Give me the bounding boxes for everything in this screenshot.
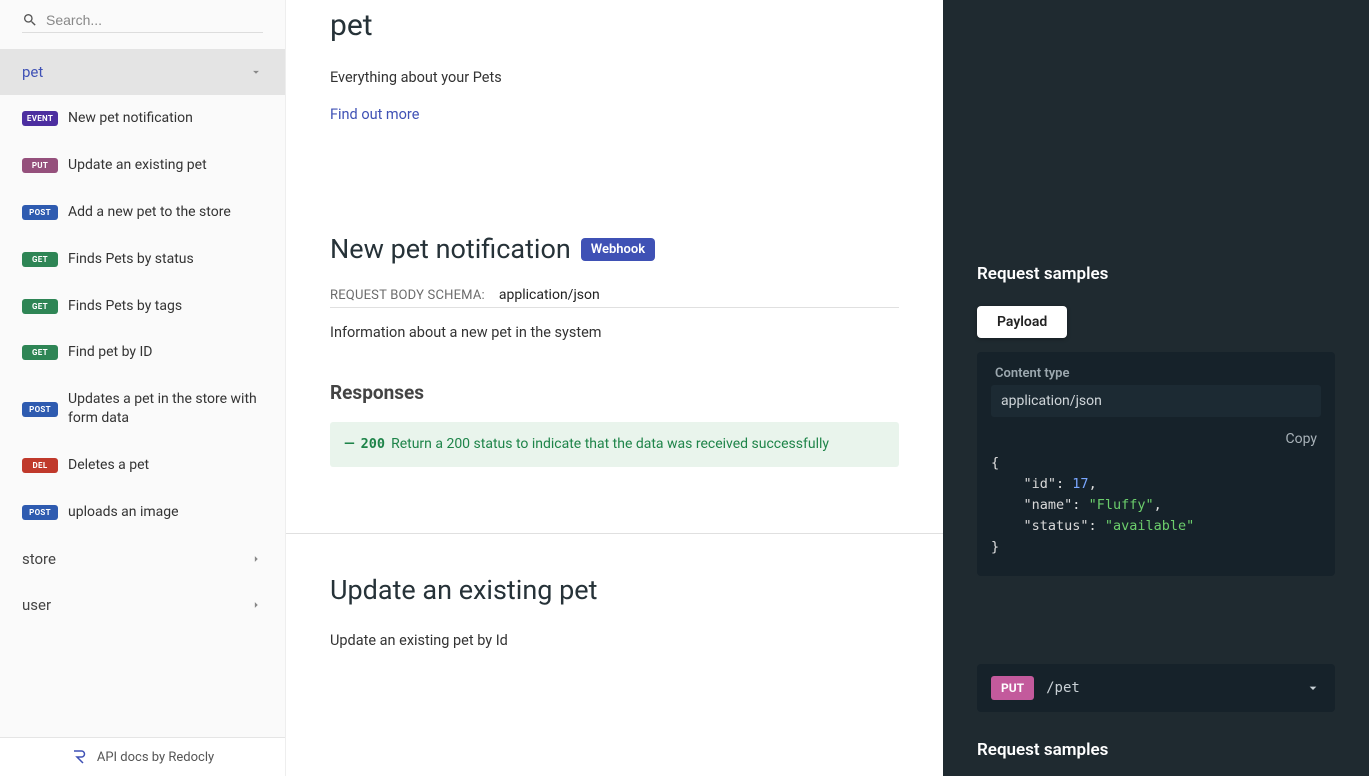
nav-item-update-pet[interactable]: PUT Update an existing pet xyxy=(0,142,285,189)
divider xyxy=(286,533,943,534)
search-box[interactable] xyxy=(22,8,263,33)
nav-item-label: Find pet by ID xyxy=(68,343,263,362)
endpoint-bar[interactable]: PUT /pet xyxy=(977,664,1335,712)
method-badge: DEL xyxy=(22,458,58,473)
method-badge: PUT xyxy=(22,158,58,173)
response-200[interactable]: — 200 Return a 200 status to indicate th… xyxy=(330,422,899,467)
endpoint-path: /pet xyxy=(1046,680,1305,696)
schema-value: application/json xyxy=(499,287,600,303)
nav: pet EVENT New pet notification PUT Update … xyxy=(0,41,285,737)
content-type-label: Content type xyxy=(991,366,1321,381)
nav-item-label: uploads an image xyxy=(68,503,263,522)
nav-item-upload-image[interactable]: POST uploads an image xyxy=(0,489,285,536)
nav-item-label: New pet notification xyxy=(68,109,263,128)
schema-description: Information about a new pet in the syste… xyxy=(330,324,899,341)
nav-item-finds-by-status[interactable]: GET Finds Pets by status xyxy=(0,236,285,283)
nav-section-label: user xyxy=(22,596,51,614)
search-input[interactable] xyxy=(46,12,263,28)
method-badge: GET xyxy=(22,299,58,314)
nav-item-label: Add a new pet to the store xyxy=(68,203,263,222)
sidebar: pet EVENT New pet notification PUT Update … xyxy=(0,0,286,776)
chevron-right-icon xyxy=(249,552,263,566)
request-samples-heading: Request samples xyxy=(977,264,1335,284)
method-badge: POST xyxy=(22,505,58,520)
nav-section-pet[interactable]: pet xyxy=(0,49,285,95)
chevron-down-icon xyxy=(249,65,263,79)
nav-item-find-by-id[interactable]: GET Find pet by ID xyxy=(0,329,285,376)
method-badge: GET xyxy=(22,252,58,267)
main-content: pet Everything about your Pets Find out … xyxy=(286,0,943,776)
nav-item-new-pet-notification[interactable]: EVENT New pet notification xyxy=(0,95,285,142)
json-id: 17 xyxy=(1072,476,1088,492)
nav-item-update-form[interactable]: POST Updates a pet in the store with form… xyxy=(0,376,285,442)
nav-section-label: pet xyxy=(22,63,43,81)
footer-text: API docs by Redocly xyxy=(97,750,214,765)
schema-label: REQUEST BODY SCHEMA: xyxy=(330,288,485,303)
json-name: Fluffy xyxy=(1097,497,1146,513)
tag-title: pet xyxy=(330,8,899,43)
method-badge: POST xyxy=(22,205,58,220)
nav-section-store[interactable]: store xyxy=(0,536,285,582)
content-type-value[interactable]: application/json xyxy=(991,385,1321,417)
search-icon xyxy=(22,12,38,28)
nav-item-label: Finds Pets by status xyxy=(68,250,263,269)
responses-heading: Responses xyxy=(330,381,899,404)
right-panel: Request samples Payload Content type app… xyxy=(943,0,1369,776)
sample-body: Content type application/json Copy { "id… xyxy=(977,352,1335,576)
chevron-right-icon xyxy=(249,598,263,612)
response-text: Return a 200 status to indicate that the… xyxy=(391,436,829,452)
payload-tab[interactable]: Payload xyxy=(977,306,1067,338)
redocly-icon xyxy=(71,748,89,766)
tag-description: Everything about your Pets xyxy=(330,69,899,86)
response-code: 200 xyxy=(361,434,385,455)
nav-item-label: Deletes a pet xyxy=(68,456,263,475)
operation-title-2: Update an existing pet xyxy=(330,574,899,606)
nav-item-label: Updates a pet in the store with form dat… xyxy=(68,390,263,428)
operation-desc-2: Update an existing pet by Id xyxy=(330,632,899,649)
nav-item-label: Update an existing pet xyxy=(68,156,263,175)
request-samples-heading-2: Request samples xyxy=(977,740,1335,760)
copy-button[interactable]: Copy xyxy=(991,431,1321,447)
nav-section-user[interactable]: user xyxy=(0,582,285,628)
nav-item-finds-by-tags[interactable]: GET Finds Pets by tags xyxy=(0,283,285,330)
method-badge: EVENT xyxy=(22,111,58,126)
code-sample: { "id": 17, "name": "Fluffy", "status": … xyxy=(991,453,1321,558)
nav-section-label: store xyxy=(22,550,56,568)
nav-item-delete-pet[interactable]: DEL Deletes a pet xyxy=(0,442,285,489)
method-badge: GET xyxy=(22,345,58,360)
request-body-schema: REQUEST BODY SCHEMA: application/json xyxy=(330,287,899,308)
operation-title: New pet notification xyxy=(330,233,571,265)
footer-attribution[interactable]: API docs by Redocly xyxy=(0,737,285,776)
method-badge: POST xyxy=(22,402,58,417)
find-out-more-link[interactable]: Find out more xyxy=(330,106,419,123)
nav-item-label: Finds Pets by tags xyxy=(68,297,263,316)
response-dash: — xyxy=(344,436,355,452)
endpoint-method: PUT xyxy=(991,676,1034,700)
webhook-badge: Webhook xyxy=(581,238,655,261)
json-status: available xyxy=(1113,518,1186,534)
chevron-down-icon xyxy=(1305,680,1321,696)
nav-item-add-pet[interactable]: POST Add a new pet to the store xyxy=(0,189,285,236)
